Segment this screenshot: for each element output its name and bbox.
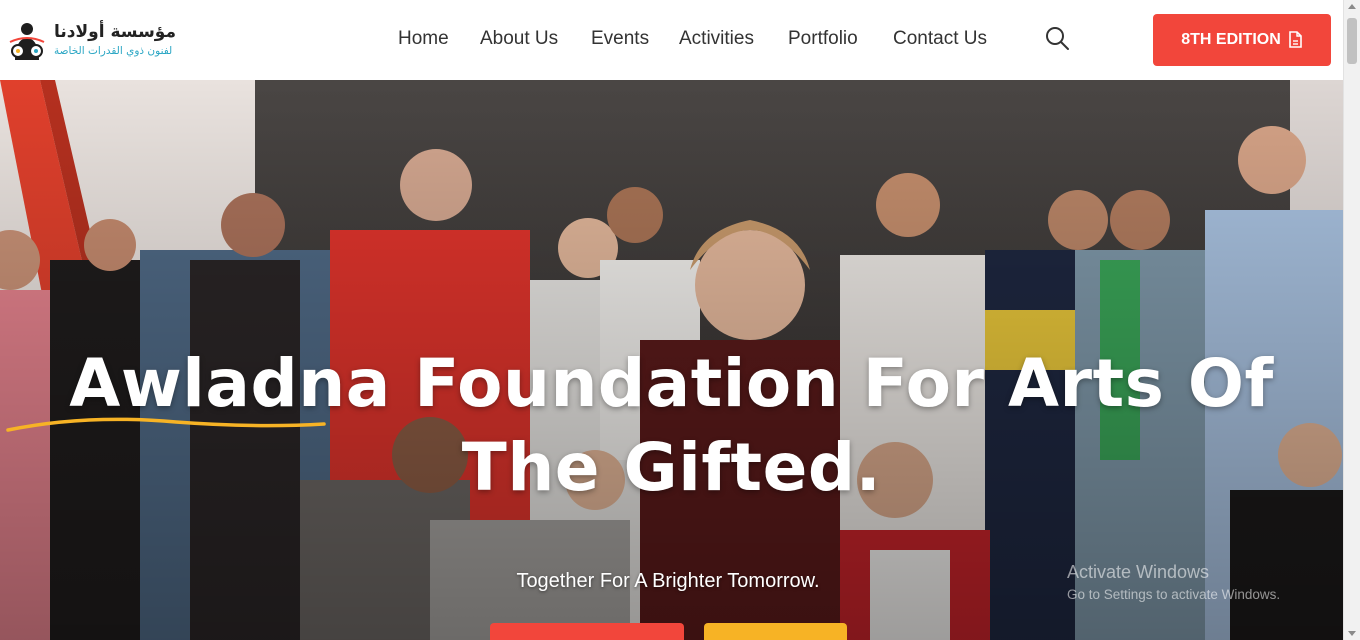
nav-item-activities[interactable]: Activities xyxy=(679,28,754,50)
scrollbar-thumb[interactable] xyxy=(1347,18,1357,64)
hero-primary-button[interactable] xyxy=(490,623,684,640)
logo-name-arabic: مؤسسة أولادنا xyxy=(54,22,176,42)
logo-icon xyxy=(9,23,45,60)
watermark-title: Activate Windows xyxy=(1067,562,1210,582)
windows-activation-watermark: Activate Windows Go to Settings to activ… xyxy=(1067,562,1280,602)
search-icon[interactable] xyxy=(1044,25,1070,51)
logo-subtitle-arabic: لفنون ذوي القدرات الخاصة xyxy=(54,45,173,57)
nav-item-contact-us[interactable]: Contact Us xyxy=(893,28,987,50)
watermark-subtitle: Go to Settings to activate Windows. xyxy=(1067,587,1281,602)
scroll-up-arrow-icon[interactable] xyxy=(1348,4,1356,9)
title-underline-decoration xyxy=(6,417,326,432)
site-logo[interactable]: مؤسسة أولادنا لفنون ذوي القدرات الخاصة xyxy=(6,20,186,64)
eighth-edition-button[interactable]: 8TH EDITION xyxy=(1153,14,1331,66)
document-icon xyxy=(1288,31,1302,48)
edition-button-label: 8TH EDITION xyxy=(1181,31,1281,48)
nav-item-events[interactable]: Events xyxy=(591,28,649,50)
hero-secondary-button[interactable] xyxy=(704,623,847,640)
hero-section: Awladna Foundation For Arts Of The Gifte… xyxy=(0,80,1343,640)
nav-item-home[interactable]: Home xyxy=(398,28,449,50)
nav-item-portfolio[interactable]: Portfolio xyxy=(788,28,858,50)
page-scrollbar[interactable] xyxy=(1343,0,1360,640)
scroll-down-arrow-icon[interactable] xyxy=(1348,631,1356,636)
site-header: مؤسسة أولادنا لفنون ذوي القدرات الخاصة H… xyxy=(0,0,1343,80)
nav-item-about-us[interactable]: About Us xyxy=(480,28,558,50)
